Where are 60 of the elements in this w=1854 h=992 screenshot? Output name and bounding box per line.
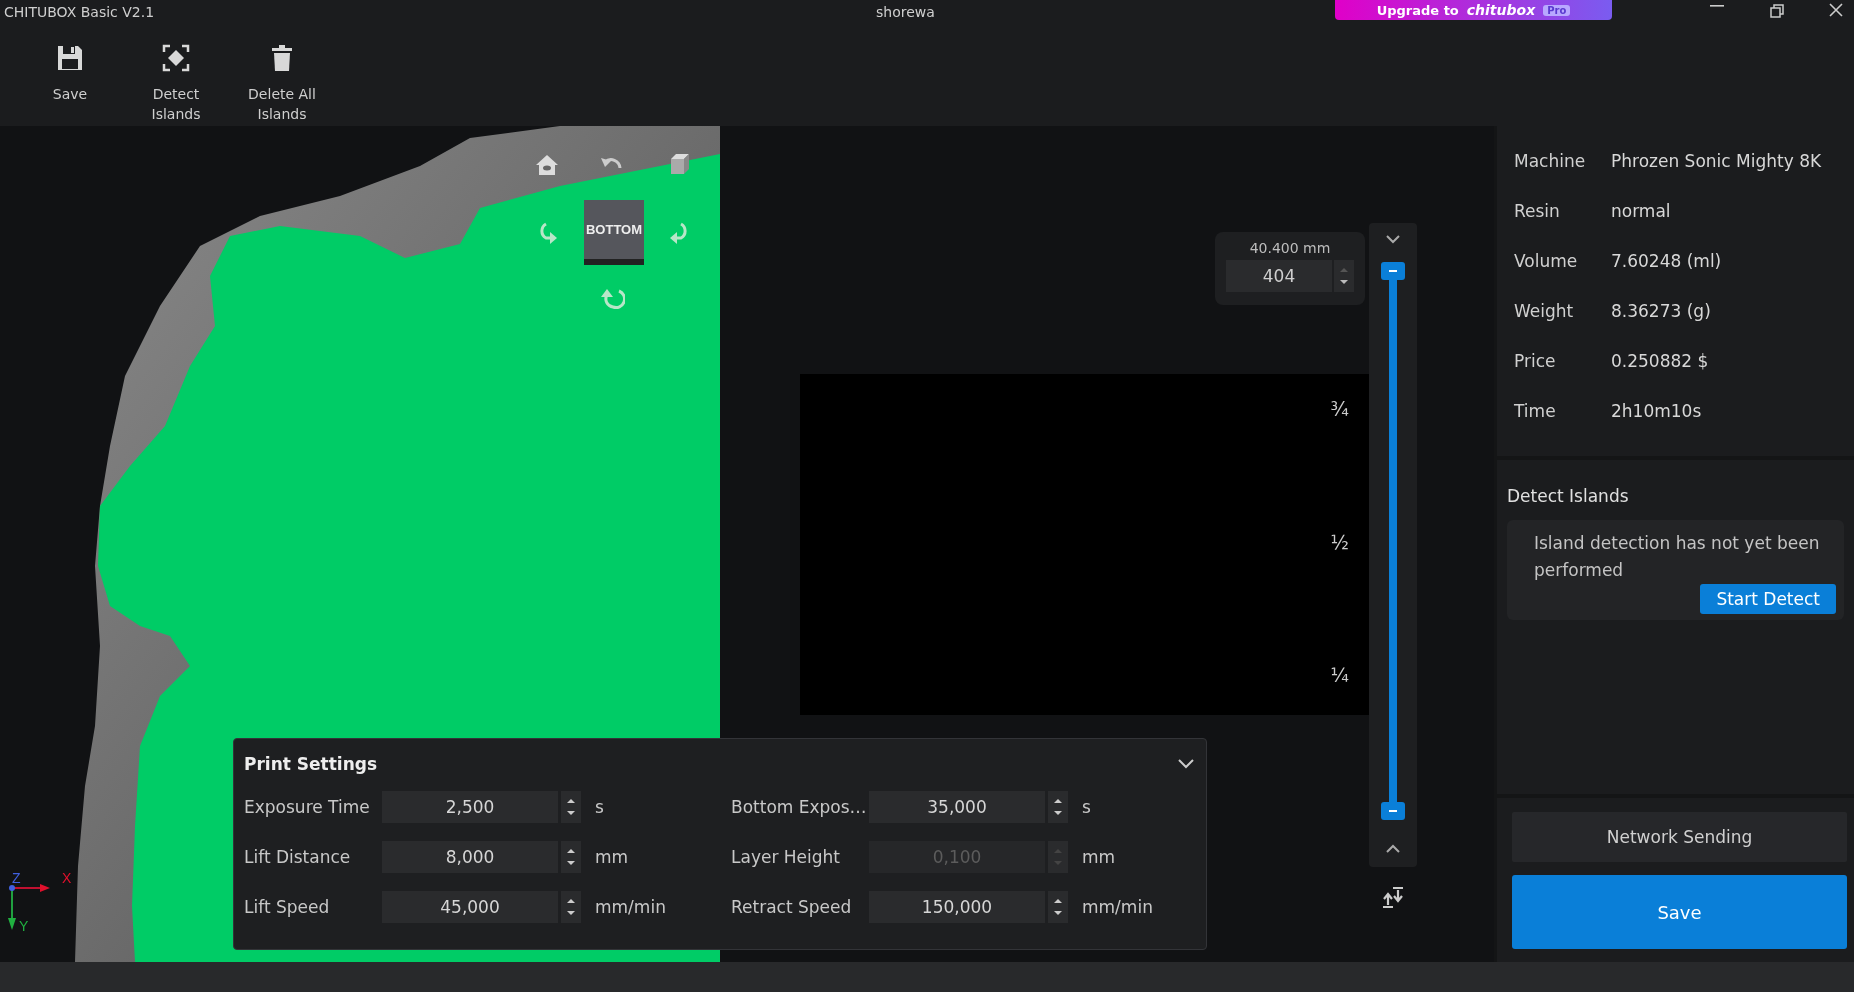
fraction-mark: ¼ — [1330, 664, 1349, 686]
toolbar-button[interactable]: Delete All Islands — [242, 84, 322, 124]
axis-label: Z — [12, 870, 21, 886]
info-label: Volume — [1514, 251, 1579, 271]
home-icon[interactable] — [534, 152, 560, 178]
save-button[interactable]: Save — [1512, 875, 1847, 949]
number-field[interactable]: 150,000 — [869, 891, 1045, 923]
document-name: shorewa — [876, 4, 935, 20]
unit-label: s — [1082, 797, 1091, 817]
view-cube[interactable]: BOTTOM — [584, 200, 644, 265]
stepper-arrows-icon[interactable] — [561, 891, 581, 923]
network-sending-button[interactable]: Network Sending — [1512, 812, 1847, 862]
info-value: 2h10m10s — [1611, 401, 1702, 421]
layer-field[interactable]: 404 — [1226, 260, 1332, 292]
window-title: CHITUBOX Basic V2.1 — [4, 4, 155, 20]
unit-label: mm/min — [595, 897, 666, 917]
field-label: Retract Speed — [731, 897, 853, 917]
info-value: Phrozen Sonic Mighty 8K — [1611, 151, 1822, 171]
fraction-mark: ¾ — [1330, 398, 1349, 420]
field-label: Layer Height — [731, 847, 841, 867]
info-label: Price — [1514, 351, 1557, 371]
field-label: Exposure Time — [244, 797, 371, 817]
info-label: Resin — [1514, 201, 1561, 221]
stepper-arrows-icon[interactable] — [561, 841, 581, 873]
stepper-arrows-icon[interactable] — [1048, 891, 1068, 923]
swap-arrows-icon[interactable] — [1381, 885, 1405, 909]
status-message: Island detection has not yet been performed — [1534, 532, 1821, 582]
info-label: Machine — [1514, 151, 1587, 171]
info-value: 0.250882 $ — [1611, 351, 1709, 371]
unit-label: s — [595, 797, 604, 817]
field-label: Bottom Expos… — [731, 797, 868, 817]
layer-height: 40.400 mm — [1249, 240, 1331, 256]
field-label: Lift Distance — [244, 847, 352, 867]
toolbar-button[interactable]: Save — [52, 84, 88, 104]
number-field[interactable]: 8,000 — [382, 841, 558, 873]
field-label: Lift Speed — [244, 897, 331, 917]
unit-label: mm — [1082, 847, 1116, 867]
restore-icon[interactable] — [1768, 2, 1786, 20]
info-label: Time — [1514, 401, 1557, 421]
info-value: 7.60248 (ml) — [1611, 251, 1722, 271]
chevron-down-icon[interactable] — [1176, 758, 1196, 770]
info-value: normal — [1611, 201, 1671, 221]
unit-label: mm/min — [1082, 897, 1153, 917]
start-detect-button[interactable]: Start Detect — [1700, 584, 1836, 614]
fraction-mark: ½ — [1330, 531, 1349, 553]
section-title: Detect Islands — [1507, 486, 1630, 506]
number-field[interactable]: 45,000 — [382, 891, 558, 923]
axis-label: Y — [19, 918, 29, 934]
island-detect-icon — [160, 42, 192, 74]
upgrade-button[interactable]: Upgrade to chitubox Pro — [1335, 0, 1612, 20]
number-field[interactable]: 35,000 — [869, 791, 1045, 823]
toolbar-button[interactable]: Detect Islands — [136, 84, 216, 124]
panel-title: Print Settings — [244, 754, 378, 774]
unit-label: mm — [595, 847, 629, 867]
stepper-arrows-icon[interactable] — [561, 791, 581, 823]
number-field[interactable]: 2,500 — [382, 791, 558, 823]
info-value: 8.36273 (g) — [1611, 301, 1711, 321]
stepper-arrows-icon[interactable] — [1048, 791, 1068, 823]
axis-label: X — [62, 870, 72, 886]
info-label: Weight — [1514, 301, 1575, 321]
